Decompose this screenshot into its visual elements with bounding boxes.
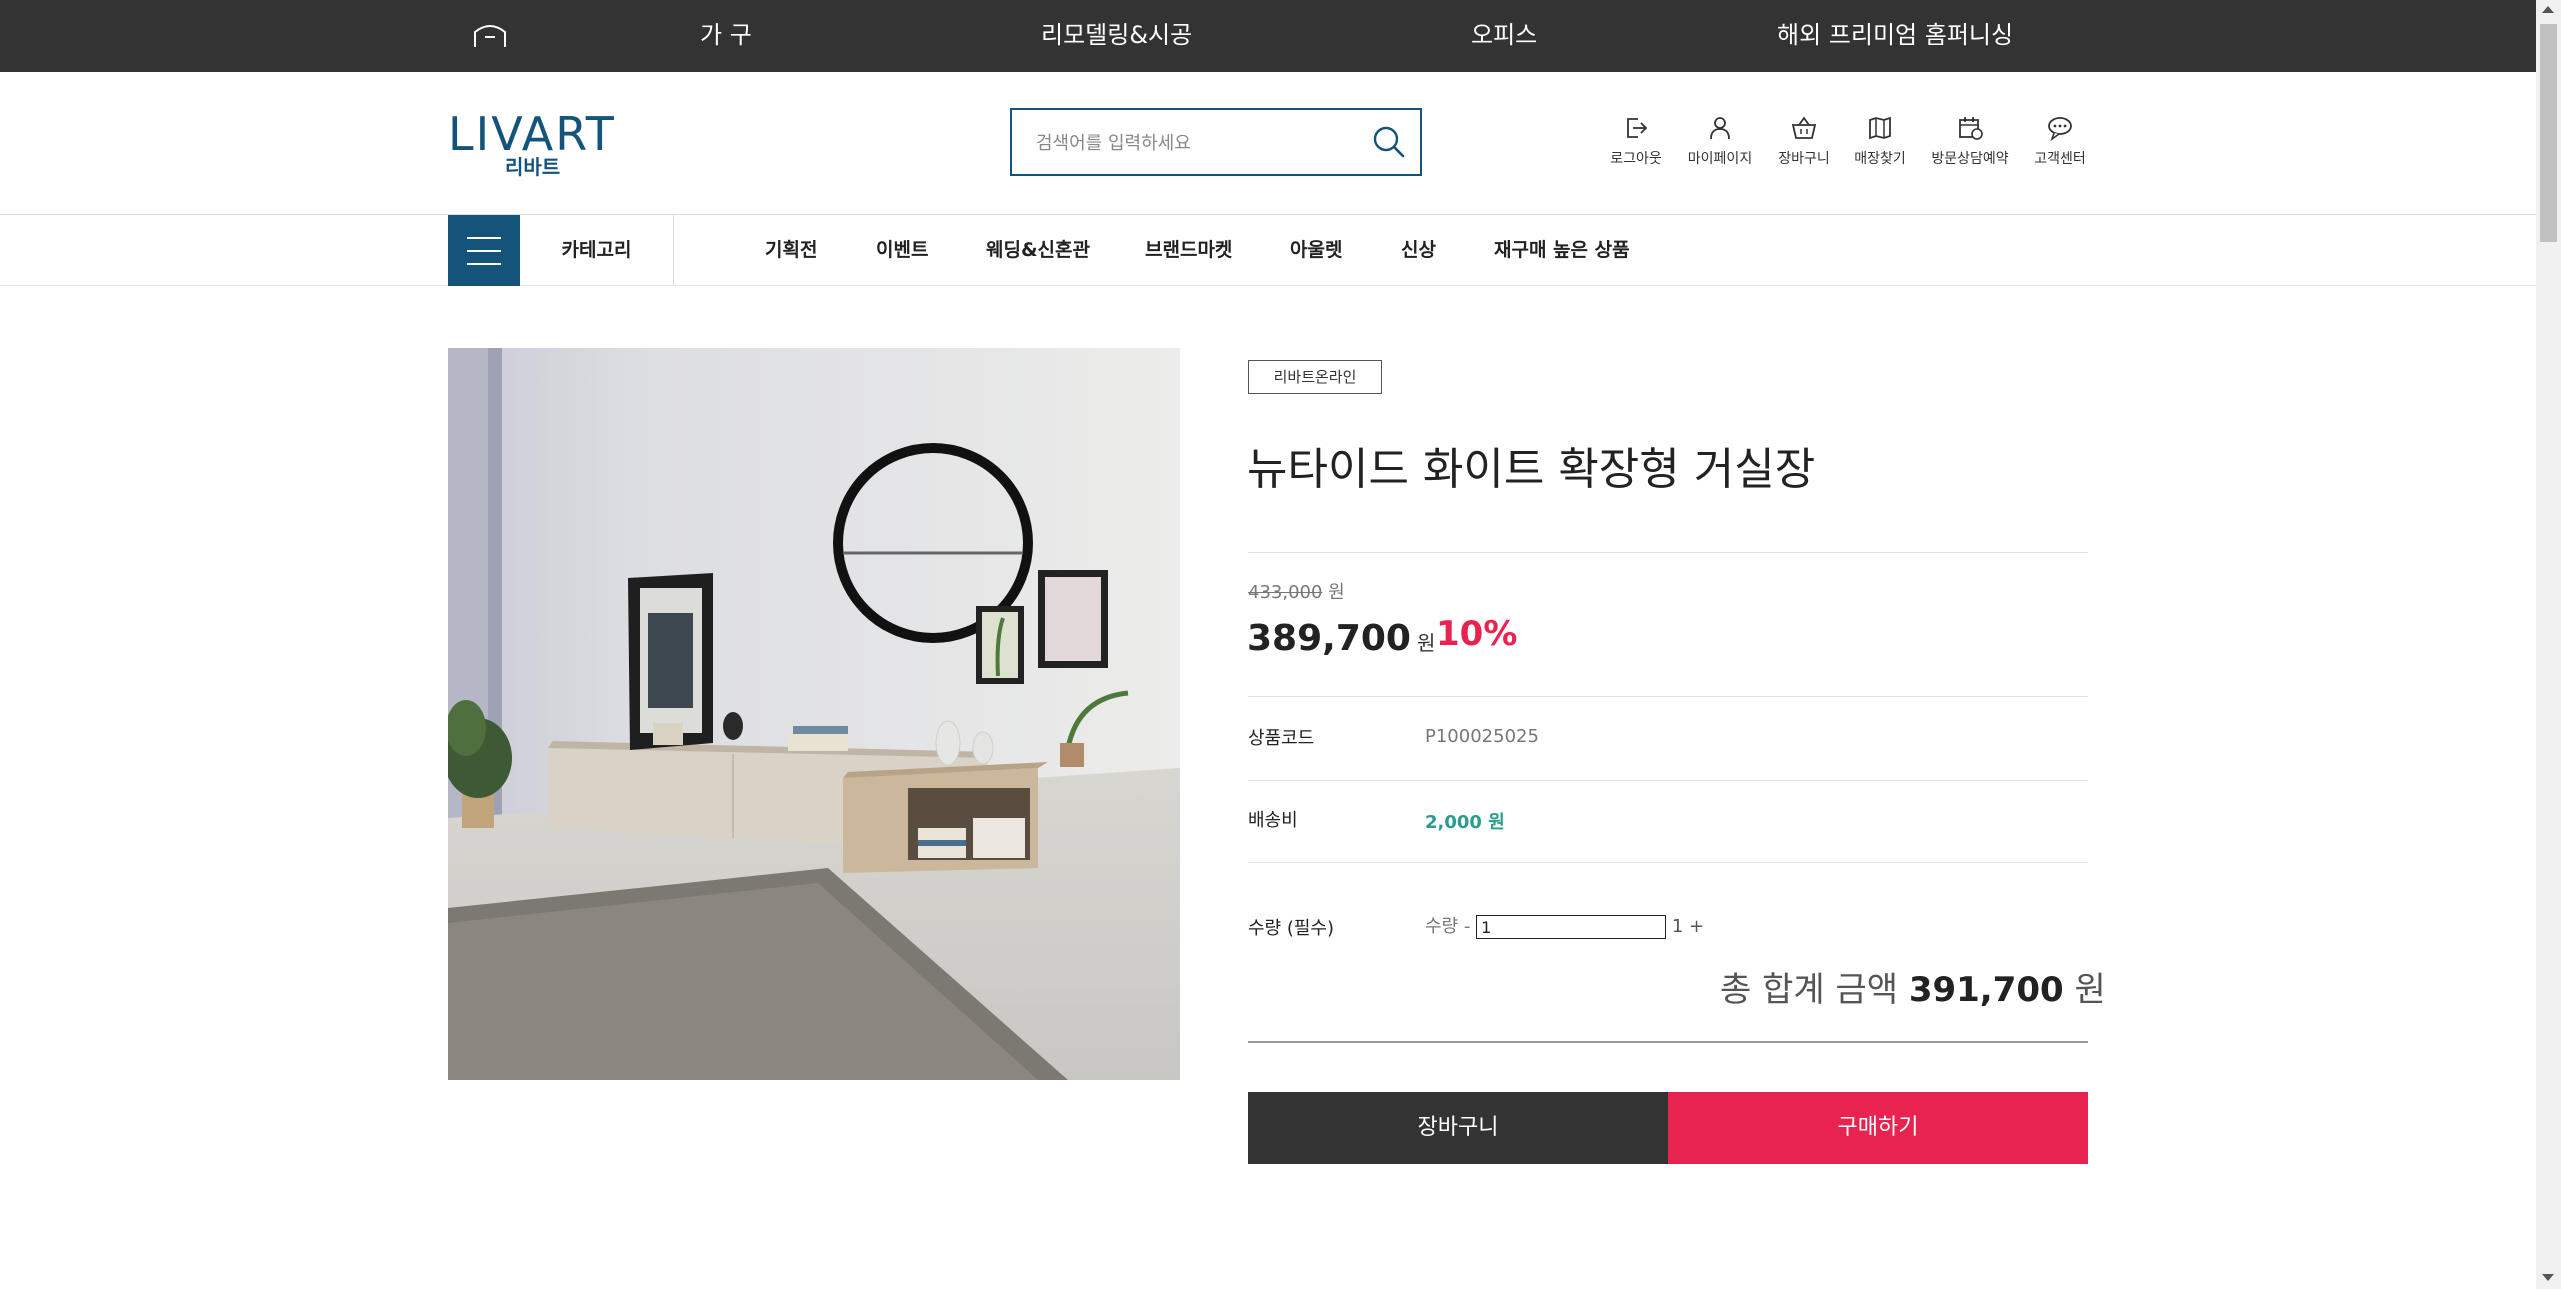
catnav-brand-market[interactable]: 브랜드마켓 <box>1145 215 1232 285</box>
search-box <box>1010 108 1422 176</box>
sale-price: 389,700 원 <box>1247 618 1435 659</box>
logout-icon <box>1627 118 1648 138</box>
basket-icon <box>1791 116 1817 139</box>
shipping-label: 배송비 <box>1248 810 1298 831</box>
sale-price-value: 389,700 <box>1247 618 1411 659</box>
util-visit-reservation[interactable]: 방문상담예약 <box>1930 114 2010 168</box>
livart-logo[interactable]: LIVART 리바트 <box>448 108 632 178</box>
category-bar: 카테고리 기획전 이벤트 웨딩&신혼관 브랜드마켓 아울렛 신상 재구매 높은 … <box>0 214 2536 286</box>
util-visit-reservation-label: 방문상담예약 <box>1931 151 2009 167</box>
discount-rate: 10% <box>1436 614 1518 654</box>
divider <box>1248 780 2088 781</box>
search-input[interactable] <box>1034 128 1358 158</box>
topnav-premium-homefurnishing[interactable]: 해외 프리미엄 홈퍼니싱 <box>1777 0 2013 72</box>
catnav-repurchase[interactable]: 재구매 높은 상품 <box>1494 215 1630 285</box>
buy-now-button[interactable]: 구매하기 <box>1668 1092 2088 1164</box>
quantity-label: 수량 (필수) <box>1248 918 1335 939</box>
divider <box>1248 552 2088 553</box>
topnav-furniture[interactable]: 가 구 <box>700 0 752 72</box>
quantity-decrease-button[interactable]: 수량 - <box>1425 916 1470 937</box>
category-label[interactable]: 카테고리 <box>520 215 674 286</box>
divider <box>1248 1041 2088 1043</box>
product-code-value: P100025025 <box>1425 726 1539 747</box>
scroll-down-icon[interactable] <box>2542 1274 2554 1281</box>
original-price: 433,000 원 <box>1248 578 1345 604</box>
total-label: 총 합계 금액 <box>1720 970 1899 1010</box>
util-cart-label: 장바구니 <box>1778 151 1830 167</box>
logo-wordmark: LIVART <box>448 107 616 161</box>
hamburger-menu-icon[interactable] <box>448 215 520 286</box>
catnav-outlet[interactable]: 아울렛 <box>1290 215 1342 285</box>
total-value: 391,700 <box>1908 970 2064 1010</box>
seller-badge: 리바트온라인 <box>1248 360 1382 394</box>
topnav-office[interactable]: 오피스 <box>1471 0 1537 72</box>
original-price-value: 433,000 <box>1248 582 1323 603</box>
original-price-unit: 원 <box>1328 582 1345 603</box>
chat-icon <box>2048 117 2072 142</box>
util-cart[interactable]: 장바구니 <box>1764 114 1844 168</box>
total-amount: 총 합계 금액 391,700 원 <box>1720 962 2106 1011</box>
topnav-remodeling[interactable]: 리모델링&시공 <box>1041 0 1192 72</box>
util-logout[interactable]: 로그아웃 <box>1596 114 1676 168</box>
util-customer-center[interactable]: 고객센터 <box>2020 114 2100 168</box>
top-nav-bar: 가 구 리모델링&시공 오피스 해외 프리미엄 홈퍼니싱 <box>0 0 2536 72</box>
catnav-wedding[interactable]: 웨딩&신혼관 <box>986 215 1090 285</box>
sale-price-unit: 원 <box>1416 631 1436 655</box>
catnav-exhibitions[interactable]: 기획전 <box>765 215 817 285</box>
util-logout-label: 로그아웃 <box>1610 151 1662 167</box>
util-store-finder-label: 매장찾기 <box>1854 151 1906 167</box>
home-icon[interactable] <box>472 22 508 50</box>
logo-subtext: 리바트 <box>505 155 561 179</box>
catnav-new[interactable]: 신상 <box>1401 215 1436 285</box>
product-title: 뉴타이드 화이트 확장형 거실장 <box>1247 444 1816 495</box>
catnav-events[interactable]: 이벤트 <box>876 215 928 285</box>
scrollbar-thumb[interactable] <box>2540 24 2557 242</box>
page-scrollbar[interactable] <box>2536 0 2561 1289</box>
map-icon <box>1869 116 1891 140</box>
search-icon[interactable] <box>1372 125 1406 159</box>
add-to-cart-button[interactable]: 장바구니 <box>1248 1092 1668 1164</box>
scroll-up-icon[interactable] <box>2542 6 2554 13</box>
util-mypage-label: 마이페이지 <box>1687 151 1753 167</box>
util-store-finder[interactable]: 매장찾기 <box>1840 114 1920 168</box>
divider <box>1248 862 2088 863</box>
quantity-input[interactable] <box>1476 915 1667 939</box>
total-unit: 원 <box>2074 970 2106 1010</box>
util-customer-center-label: 고객센터 <box>2034 151 2086 167</box>
divider <box>1248 696 2088 697</box>
product-image <box>448 348 1180 1080</box>
calendar-icon <box>1959 117 1983 140</box>
quantity-stepper: 수량 - 1 + <box>1425 912 1704 942</box>
quantity-increase-button[interactable]: 1 + <box>1672 916 1704 937</box>
shipping-value: 2,000 원 <box>1425 812 1505 833</box>
util-mypage[interactable]: 마이페이지 <box>1680 114 1760 168</box>
user-icon <box>1710 117 1730 140</box>
product-code-label: 상품코드 <box>1248 728 1315 749</box>
